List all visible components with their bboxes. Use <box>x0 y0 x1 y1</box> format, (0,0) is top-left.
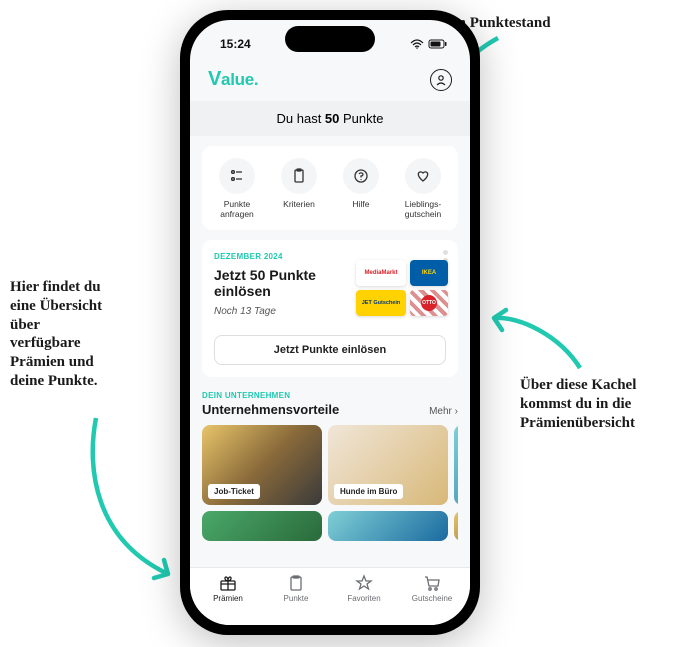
battery-icon <box>428 39 448 49</box>
wifi-icon <box>410 39 424 49</box>
nav-label: Favoriten <box>347 594 380 603</box>
points-suffix: Punkte <box>339 111 383 126</box>
benefit-card[interactable]: Hunde im Büro <box>328 425 448 505</box>
company-title: Unternehmensvorteile <box>202 402 339 417</box>
nav-favoriten[interactable]: Favoriten <box>330 574 398 625</box>
qa-criteria[interactable]: Kriterien <box>270 158 328 220</box>
clipboard-icon <box>291 168 307 184</box>
bottom-nav: Prämien Punkte Favoriten Gutscheine <box>190 567 470 625</box>
benefit-card[interactable] <box>328 511 448 541</box>
benefit-label: Job-Ticket <box>208 484 260 499</box>
heart-icon <box>415 168 431 184</box>
points-banner[interactable]: Du hast 50 Punkte <box>190 101 470 136</box>
qa-favorite-coupon[interactable]: Lieblings-gutschein <box>394 158 452 220</box>
qa-label: Punkteanfragen <box>208 200 266 220</box>
gift-icon <box>219 574 237 592</box>
qa-label: Lieblings-gutschein <box>394 200 452 220</box>
coupon-mediamarkt: MediaMarkt <box>356 260 406 286</box>
app-logo[interactable]: Value. <box>208 68 258 91</box>
company-tag: DEIN UNTERNEHMEN <box>202 391 458 400</box>
nav-punkte[interactable]: Punkte <box>262 574 330 625</box>
help-icon <box>353 168 369 184</box>
person-icon <box>435 74 447 86</box>
benefit-card[interactable]: Jo <box>454 425 458 505</box>
coupon-ikea: IKEA <box>410 260 448 286</box>
benefits-row-2[interactable] <box>202 511 458 541</box>
benefit-image <box>454 425 458 505</box>
qa-request-points[interactable]: Punkteanfragen <box>208 158 266 220</box>
profile-button[interactable] <box>430 69 452 91</box>
sliders-icon <box>229 168 245 184</box>
coupon-otto: OTTO <box>410 290 448 316</box>
phone-frame: 15:24 Value. Du hast 50 Punkte <box>180 10 480 635</box>
nav-gutscheine[interactable]: Gutscheine <box>398 574 466 625</box>
nav-label: Punkte <box>284 594 309 603</box>
benefits-row[interactable]: Job-Ticket Hunde im Büro Jo <box>202 425 458 505</box>
chevron-right-icon: › <box>455 406 458 417</box>
arrow-tile <box>480 296 600 376</box>
nav-label: Gutscheine <box>412 594 452 603</box>
clipboard-icon <box>287 574 305 592</box>
cart-icon <box>423 574 441 592</box>
dots-indicator <box>443 250 448 255</box>
benefit-image <box>328 511 448 541</box>
benefit-card[interactable] <box>202 511 322 541</box>
benefit-image <box>454 511 458 541</box>
dynamic-island <box>285 26 375 52</box>
nav-praemien[interactable]: Prämien <box>194 574 262 625</box>
qa-label: Kriterien <box>270 200 328 210</box>
benefit-card[interactable] <box>454 511 458 541</box>
benefit-image <box>202 511 322 541</box>
nav-label: Prämien <box>213 594 243 603</box>
arrow-overview <box>76 410 196 585</box>
phone-screen: 15:24 Value. Du hast 50 Punkte <box>190 20 470 625</box>
points-prefix: Du hast <box>277 111 325 126</box>
app-header: Value. <box>190 60 470 95</box>
annotation-overview: Hier findet dueine Übersichtüberverfügba… <box>10 278 102 391</box>
qa-help[interactable]: Hilfe <box>332 158 390 220</box>
coupon-grid: MediaMarkt IKEA JET Gutschein OTTO <box>356 260 448 316</box>
redeem-card[interactable]: DEZEMBER 2024 Jetzt 50 Punkteeinlösen No… <box>202 240 458 378</box>
coupon-jet: JET Gutschein <box>356 290 406 316</box>
benefit-card[interactable]: Job-Ticket <box>202 425 322 505</box>
annotation-tile: Über diese Kachelkommst du in diePrämien… <box>520 376 636 432</box>
company-section: DEIN UNTERNEHMEN Unternehmensvorteile Me… <box>202 391 458 541</box>
redeem-button[interactable]: Jetzt Punkte einlösen <box>214 335 446 365</box>
qa-label: Hilfe <box>332 200 390 210</box>
benefit-label: Hunde im Büro <box>334 484 403 499</box>
more-link[interactable]: Mehr › <box>429 406 458 417</box>
points-count: 50 <box>325 111 339 126</box>
star-icon <box>355 574 373 592</box>
quick-actions: Punkteanfragen Kriterien Hilfe Lieblings… <box>202 146 458 230</box>
status-time: 15:24 <box>220 37 251 51</box>
